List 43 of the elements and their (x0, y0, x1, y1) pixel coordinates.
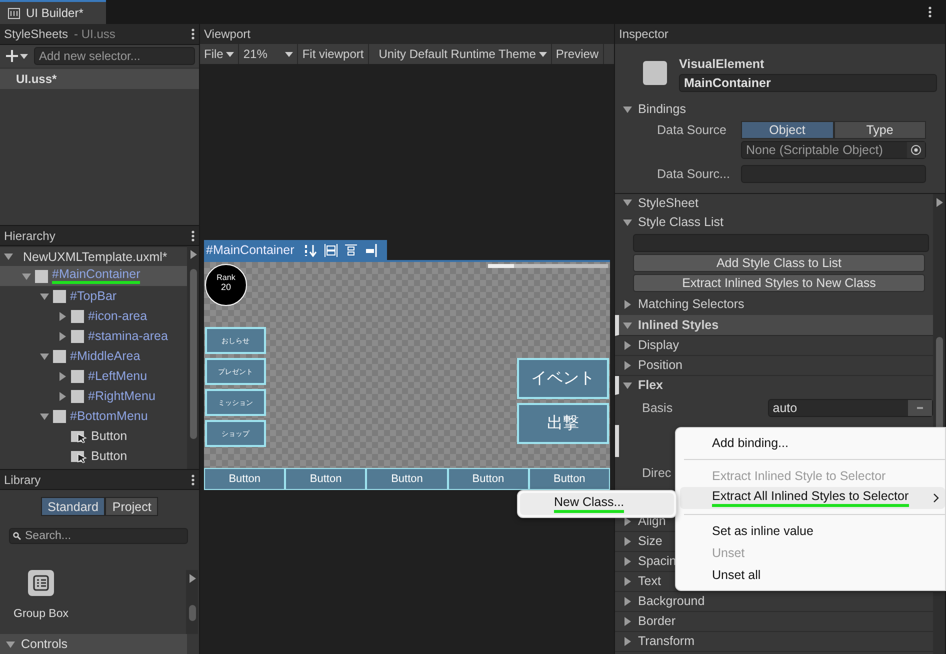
foldout-label: Border (638, 614, 676, 628)
property-label: Data Source (657, 123, 728, 137)
selection-label: #MainContainer (206, 243, 294, 257)
panel-title: Library (4, 472, 41, 486)
panel-title: StyleSheets (4, 27, 68, 41)
object-field-value: None (Scriptable Object) (746, 143, 883, 157)
tab-title: UI Builder* (26, 6, 84, 20)
panel-title: Inspector (619, 27, 668, 41)
foldout-label: Transform (638, 634, 694, 648)
rank-value: 20 (220, 282, 231, 292)
foldout-label: Size (638, 534, 662, 548)
hierarchy-item-label: NewUXMLTemplate.uxml* (23, 250, 168, 264)
property-label: Basis (642, 401, 674, 415)
hierarchy-item-label: #TopBar (70, 289, 117, 303)
hierarchy-item-label: #icon-area (88, 309, 148, 323)
foldout-label: Text (638, 574, 661, 588)
foldout-label: Display (638, 338, 679, 352)
element-type: VisualElement (679, 57, 766, 71)
panel-title: Hierarchy (4, 228, 56, 242)
hierarchy-item-label: #stamina-area (88, 329, 168, 343)
rank-label: Rank (216, 273, 236, 282)
foldout-label: Background (638, 594, 705, 608)
hierarchy-item-label: Button (91, 449, 128, 463)
panel-title: Viewport (204, 27, 250, 41)
section-label: Controls (21, 637, 68, 651)
foldout-label: Bindings (638, 102, 686, 116)
hierarchy-item-label: Button (91, 429, 128, 443)
hierarchy-item-label: #MiddleArea (70, 349, 140, 363)
foldout-label: Flex (638, 378, 664, 392)
hierarchy-item-label: #BottomMenu (70, 409, 148, 423)
panel-subtitle: - UI.uss (74, 27, 116, 41)
hierarchy-item-label: #RightMenu (88, 389, 156, 403)
foldout-label: Spacin (638, 554, 676, 568)
property-label: Data Sourc... (657, 167, 731, 181)
library-item-label: Group Box (14, 608, 68, 620)
basis-value: auto (772, 401, 798, 415)
foldout-label: Style Class List (638, 215, 724, 229)
hierarchy-item-label: #LeftMenu (88, 369, 148, 383)
foldout-label: Position (638, 358, 682, 372)
foldout-label: StyleSheet (638, 196, 698, 210)
hierarchy-item-label: #MainContainer (52, 268, 140, 284)
foldout-label: Inlined Styles (638, 318, 719, 332)
foldout-label: Matching Selectors (638, 297, 744, 311)
